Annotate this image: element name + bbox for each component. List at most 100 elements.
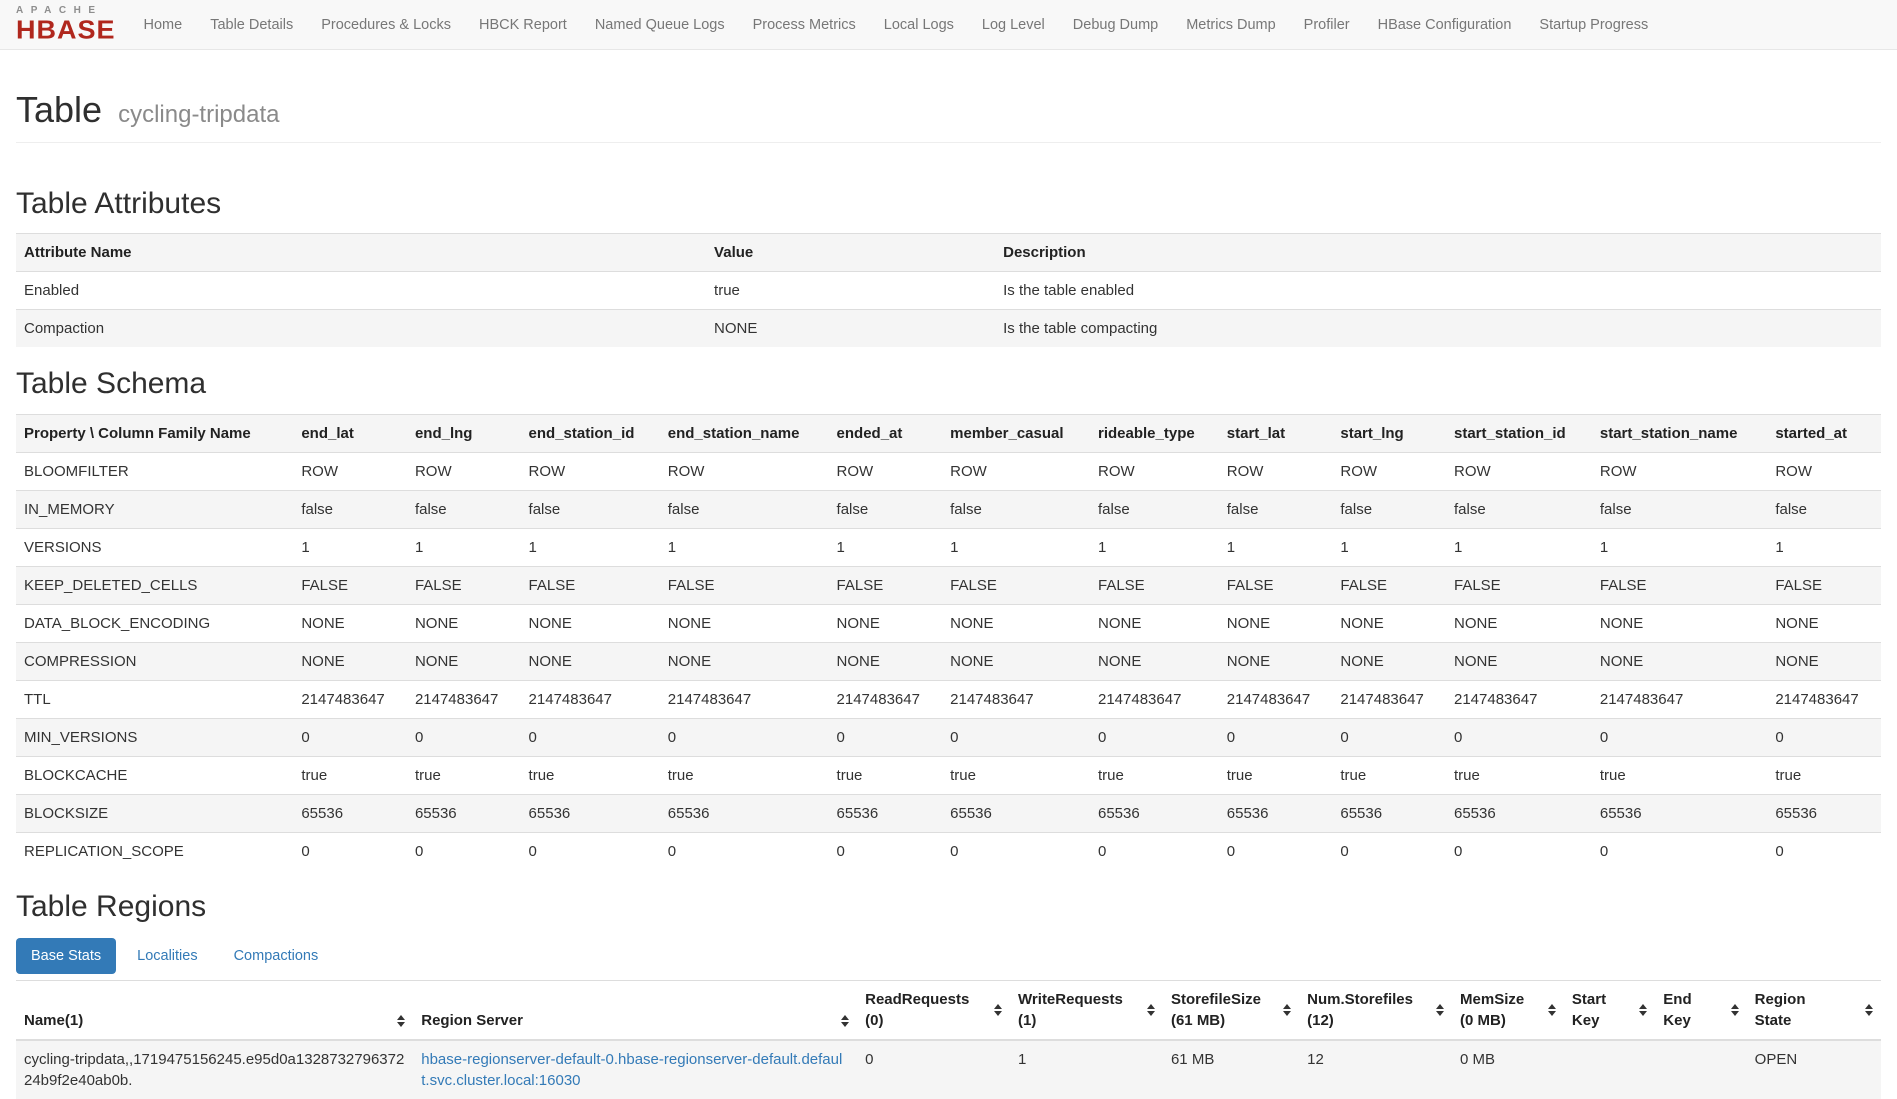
attributes-col-description: Description (995, 234, 1881, 272)
nav-link-log-level[interactable]: Log Level (968, 1, 1059, 49)
schema-property-name: REPLICATION_SCOPE (16, 832, 293, 870)
attributes-col-value: Value (706, 234, 995, 272)
schema-value-member-casual: true (942, 756, 1090, 794)
nav-item-named-queue-logs: Named Queue Logs (581, 1, 739, 49)
region-tab-link-localities[interactable]: Localities (122, 938, 212, 974)
schema-row-keep-deleted-cells: KEEP_DELETED_CELLSFALSEFALSEFALSEFALSEFA… (16, 566, 1881, 604)
schema-value-ended-at: 0 (829, 832, 943, 870)
schema-value-start-station-name: NONE (1592, 642, 1767, 680)
sort-up-arrow (1865, 1004, 1873, 1009)
nav-link-procedures-locks[interactable]: Procedures & Locks (307, 1, 465, 49)
nav-item-procedures-locks: Procedures & Locks (307, 1, 465, 49)
regions-col-start[interactable]: Start Key (1564, 981, 1655, 1041)
nav-link-process-metrics[interactable]: Process Metrics (739, 1, 870, 49)
schema-property-name: BLOCKCACHE (16, 756, 293, 794)
schema-family-start-station-name: start_station_name (1592, 414, 1767, 452)
nav-link-local-logs[interactable]: Local Logs (870, 1, 968, 49)
nav-link-startup-progress[interactable]: Startup Progress (1525, 1, 1662, 49)
nav-item-log-level: Log Level (968, 1, 1059, 49)
schema-value-end-station-id: 2147483647 (521, 680, 660, 718)
sort-icon[interactable] (1639, 1004, 1647, 1016)
nav-link-hbck-report[interactable]: HBCK Report (465, 1, 581, 49)
schema-value-start-lat: NONE (1219, 604, 1333, 642)
nav-link-debug-dump[interactable]: Debug Dump (1059, 1, 1172, 49)
regions-col-memsize[interactable]: MemSize (0 MB) (1452, 981, 1564, 1041)
nav-link-profiler[interactable]: Profiler (1290, 1, 1364, 49)
schema-value-ended-at: NONE (829, 604, 943, 642)
regions-col-region[interactable]: Region State (1747, 981, 1881, 1041)
sort-up-arrow (1283, 1004, 1291, 1009)
schema-value-ended-at: 2147483647 (829, 680, 943, 718)
schema-value-end-station-name: NONE (660, 642, 829, 680)
sort-icon[interactable] (994, 1004, 1002, 1016)
region-server-link[interactable]: hbase-regionserver-default-0.hbase-regio… (421, 1051, 842, 1089)
schema-row-blockcache: BLOCKCACHEtruetruetruetruetruetruetruetr… (16, 756, 1881, 794)
table-regions-section: Table Regions Base StatsLocalitiesCompac… (16, 890, 1881, 1099)
regions-col-storefilesize[interactable]: StorefileSize (61 MB) (1163, 981, 1299, 1041)
nav-link-home[interactable]: Home (130, 1, 197, 49)
schema-row-in-memory: IN_MEMORYfalsefalsefalsefalsefalsefalsef… (16, 490, 1881, 528)
schema-value-start-lat: FALSE (1219, 566, 1333, 604)
page-title: Table cycling-tripdata (16, 90, 1881, 130)
sort-up-arrow (1548, 1004, 1556, 1009)
schema-property-name: IN_MEMORY (16, 490, 293, 528)
sort-icon[interactable] (841, 1015, 849, 1027)
page-title-text: Table (16, 89, 102, 130)
schema-value-end-lng: false (407, 490, 521, 528)
sort-up-arrow (994, 1004, 1002, 1009)
regions-col-label: Region Server (421, 1010, 523, 1031)
schema-value-start-lng: ROW (1332, 452, 1446, 490)
schema-row-versions: VERSIONS111111111111 (16, 528, 1881, 566)
regions-col-region-server[interactable]: Region Server (413, 981, 857, 1041)
region-server-cell: hbase-regionserver-default-0.hbase-regio… (413, 1040, 857, 1099)
sort-icon[interactable] (1147, 1004, 1155, 1016)
schema-row-blocksize: BLOCKSIZE6553665536655366553665536655366… (16, 794, 1881, 832)
schema-value-end-lat: 65536 (293, 794, 407, 832)
region-tab-link-base-stats[interactable]: Base Stats (16, 938, 116, 974)
schema-value-start-station-id: false (1446, 490, 1592, 528)
schema-value-start-station-name: true (1592, 756, 1767, 794)
regions-col-num-storefiles[interactable]: Num.Storefiles (12) (1299, 981, 1452, 1041)
regions-col-name-1[interactable]: Name(1) (16, 981, 413, 1041)
schema-value-start-lng: false (1332, 490, 1446, 528)
schema-value-rideable-type: 0 (1090, 832, 1219, 870)
schema-value-start-lng: 2147483647 (1332, 680, 1446, 718)
sort-icon[interactable] (397, 1015, 405, 1027)
schema-value-end-station-id: NONE (521, 604, 660, 642)
schema-value-member-casual: 2147483647 (942, 680, 1090, 718)
regions-col-label: Name(1) (24, 1010, 83, 1031)
sort-icon[interactable] (1436, 1004, 1444, 1016)
schema-value-start-lat: ROW (1219, 452, 1333, 490)
nav-item-hbase-configuration: HBase Configuration (1364, 1, 1526, 49)
sort-up-arrow (1639, 1004, 1647, 1009)
brand-hbase-text: HBASE (16, 17, 116, 43)
regions-header-row: Name(1) Region Server ReadRequests (0)Writ… (16, 981, 1881, 1041)
schema-value-end-lat: NONE (293, 642, 407, 680)
sort-down-arrow (1147, 1011, 1155, 1016)
nav-link-named-queue-logs[interactable]: Named Queue Logs (581, 1, 739, 49)
attribute-description: Is the table enabled (995, 272, 1881, 310)
schema-value-ended-at: 1 (829, 528, 943, 566)
nav-link-table-details[interactable]: Table Details (196, 1, 307, 49)
sort-icon[interactable] (1548, 1004, 1556, 1016)
regions-col-end[interactable]: End Key (1655, 981, 1746, 1041)
regions-col-label: End Key (1663, 989, 1691, 1031)
nav-link-metrics-dump[interactable]: Metrics Dump (1172, 1, 1289, 49)
nav-link-hbase-configuration[interactable]: HBase Configuration (1364, 1, 1526, 49)
hbase-logo[interactable]: APACHE HBASE (10, 3, 130, 47)
region-tab-link-compactions[interactable]: Compactions (219, 938, 334, 974)
schema-value-end-lat: 0 (293, 832, 407, 870)
sort-icon[interactable] (1865, 1004, 1873, 1016)
schema-property-name: BLOCKSIZE (16, 794, 293, 832)
sort-icon[interactable] (1731, 1004, 1739, 1016)
schema-value-end-station-name: 2147483647 (660, 680, 829, 718)
schema-value-start-station-id: 0 (1446, 832, 1592, 870)
regions-col-writerequests[interactable]: WriteRequests (1) (1010, 981, 1163, 1041)
attributes-header-row: Attribute NameValueDescription (16, 234, 1881, 272)
schema-value-member-casual: 0 (942, 832, 1090, 870)
schema-value-rideable-type: 65536 (1090, 794, 1219, 832)
regions-col-readrequests[interactable]: ReadRequests (0) (857, 981, 1010, 1041)
nav-item-hbck-report: HBCK Report (465, 1, 581, 49)
sort-icon[interactable] (1283, 1004, 1291, 1016)
schema-value-start-lat: true (1219, 756, 1333, 794)
